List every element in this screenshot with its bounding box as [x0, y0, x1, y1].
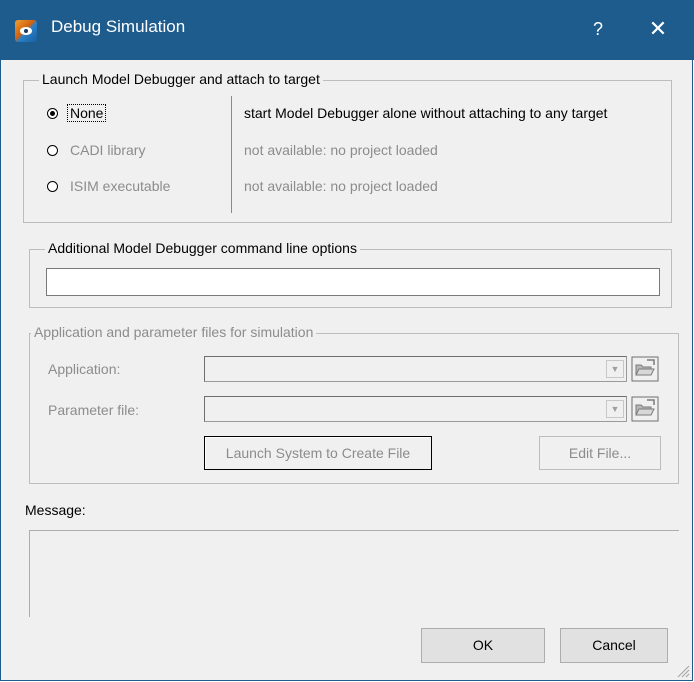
- command-line-options-input[interactable]: [46, 268, 660, 296]
- radio-none-description: start Model Debugger alone without attac…: [244, 105, 608, 121]
- options-group-title: Additional Model Debugger command line o…: [45, 240, 360, 256]
- radio-cadi-description: not available: no project loaded: [244, 142, 438, 158]
- chevron-down-icon[interactable]: ▼: [606, 360, 624, 378]
- parameter-file-combo[interactable]: ▼: [204, 396, 627, 422]
- ok-button[interactable]: OK: [421, 628, 545, 663]
- browse-application-button[interactable]: [631, 356, 659, 382]
- launch-group-title: Launch Model Debugger and attach to targ…: [39, 71, 323, 87]
- radio-isim-description: not available: no project loaded: [244, 178, 438, 194]
- close-button[interactable]: ✕: [641, 14, 675, 44]
- debug-simulation-dialog: Debug Simulation ? ✕ Launch Model Debugg…: [0, 0, 694, 681]
- edit-file-button[interactable]: Edit File...: [539, 436, 661, 470]
- radio-cadi-label[interactable]: CADI library: [70, 142, 145, 158]
- cancel-button[interactable]: Cancel: [560, 628, 668, 663]
- files-group-title: Application and parameter files for simu…: [31, 324, 317, 340]
- resize-grip-icon[interactable]: [676, 664, 690, 678]
- radio-cadi-button[interactable]: [47, 145, 58, 156]
- browse-parameter-button[interactable]: [631, 396, 659, 422]
- message-label: Message:: [25, 502, 86, 518]
- launch-system-button[interactable]: Launch System to Create File: [204, 436, 432, 470]
- radio-isim-label[interactable]: ISIM executable: [70, 178, 170, 194]
- radio-isim-button[interactable]: [47, 181, 58, 192]
- radio-none-button[interactable]: [47, 108, 58, 119]
- help-button[interactable]: ?: [583, 14, 613, 44]
- chevron-down-icon[interactable]: ▼: [606, 400, 624, 418]
- open-folder-icon: [631, 356, 659, 382]
- open-folder-icon: [631, 396, 659, 422]
- title-bar[interactable]: Debug Simulation ? ✕: [1, 0, 694, 60]
- radio-none-label[interactable]: None: [67, 104, 107, 122]
- app-eye-icon: [15, 20, 37, 42]
- parameter-file-label: Parameter file:: [48, 402, 140, 418]
- message-box: [29, 530, 679, 617]
- window-title: Debug Simulation: [51, 17, 186, 36]
- application-combo[interactable]: ▼: [204, 356, 627, 382]
- application-label: Application:: [48, 361, 121, 377]
- launch-group-divider: [231, 96, 232, 213]
